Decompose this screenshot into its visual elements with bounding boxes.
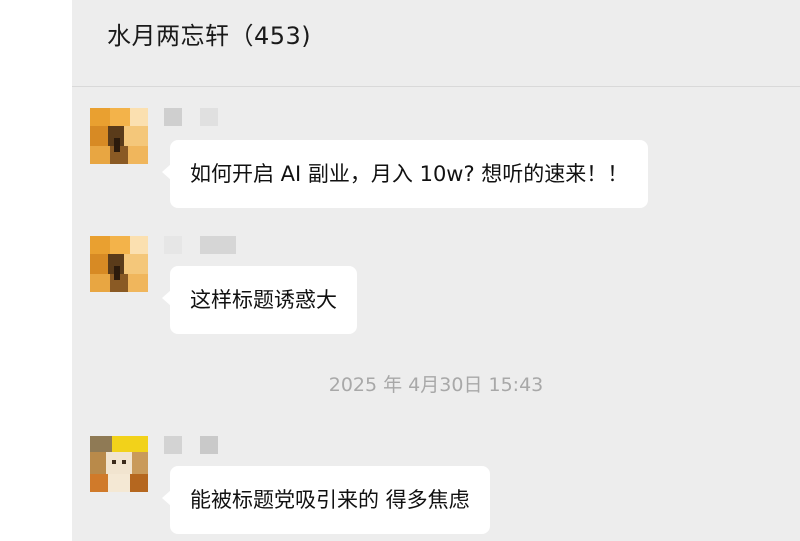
group-title[interactable]: 水月两忘轩（453) — [107, 16, 311, 51]
chat-window: 水月两忘轩（453) 如何开启 AI 副业，月入 10w? 想听的速来！！ 这样… — [72, 0, 800, 541]
avatar[interactable] — [90, 236, 148, 292]
avatar-yellow-icon — [90, 436, 148, 492]
message-bubble[interactable]: 如何开启 AI 副业，月入 10w? 想听的速来！！ — [161, 140, 649, 208]
avatar[interactable] — [90, 436, 148, 492]
avatar-orange-icon — [90, 236, 148, 292]
timestamp-divider: 2025 年 4月30日 15:43 — [328, 374, 544, 396]
chat-header: 水月两忘轩（453) — [72, 0, 800, 87]
message-bubble[interactable]: 能被标题党吸引来的 得多焦虑 — [162, 466, 490, 534]
avatar[interactable] — [90, 108, 148, 164]
message-bubble[interactable]: 这样标题诱惑大 — [162, 266, 357, 334]
avatar-orange-icon — [90, 108, 148, 164]
